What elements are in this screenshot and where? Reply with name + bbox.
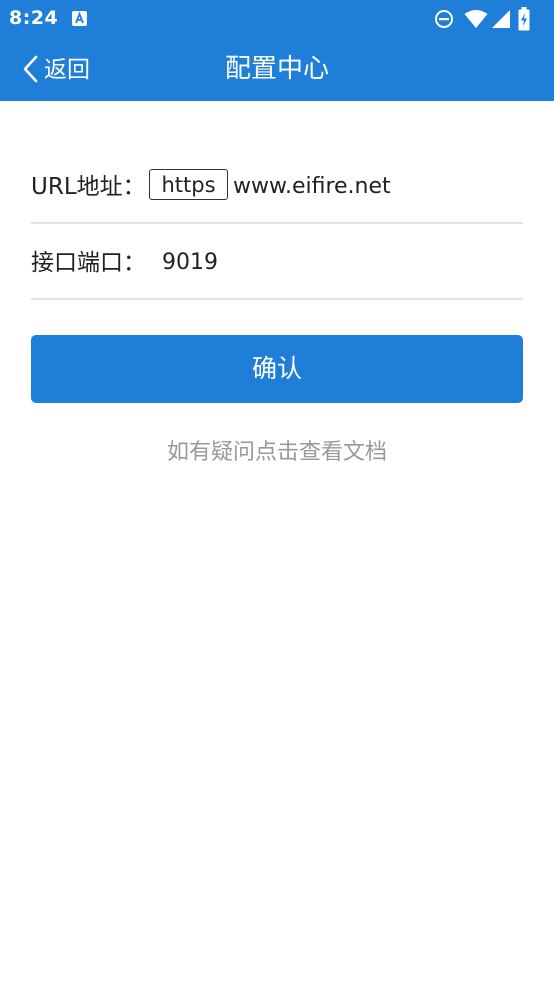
navigation-bar: 返回 配置中心 xyxy=(0,38,554,101)
system-icons xyxy=(434,7,544,31)
port-input[interactable]: 9019 xyxy=(162,247,218,279)
page-title: 配置中心 xyxy=(224,54,329,84)
wifi-icon xyxy=(464,10,488,28)
help-docs-link[interactable]: 如有疑问点击查看文档 xyxy=(0,437,554,469)
confirm-button[interactable]: 确认 xyxy=(31,335,523,403)
port-label: 接口端口： xyxy=(31,250,146,276)
port-row: 接口端口： 9019 xyxy=(31,226,523,300)
status-time: 8:24 xyxy=(9,7,59,29)
config-screen: 8:24 返回 配置中心 URL地址： https www.eifire.net… xyxy=(0,0,554,984)
do-not-disturb-icon xyxy=(435,10,453,28)
status-bar: 8:24 xyxy=(0,0,554,38)
app-bar: 8:24 返回 配置中心 xyxy=(0,0,554,101)
url-label: URL地址： xyxy=(31,174,146,200)
url-input[interactable]: www.eifire.net xyxy=(233,171,391,203)
notification-a-icon xyxy=(72,11,87,26)
protocol-select[interactable]: https xyxy=(149,169,228,200)
battery-charging-icon xyxy=(518,7,530,31)
cellular-signal-icon xyxy=(492,10,510,28)
url-row: URL地址： https www.eifire.net xyxy=(31,150,523,224)
